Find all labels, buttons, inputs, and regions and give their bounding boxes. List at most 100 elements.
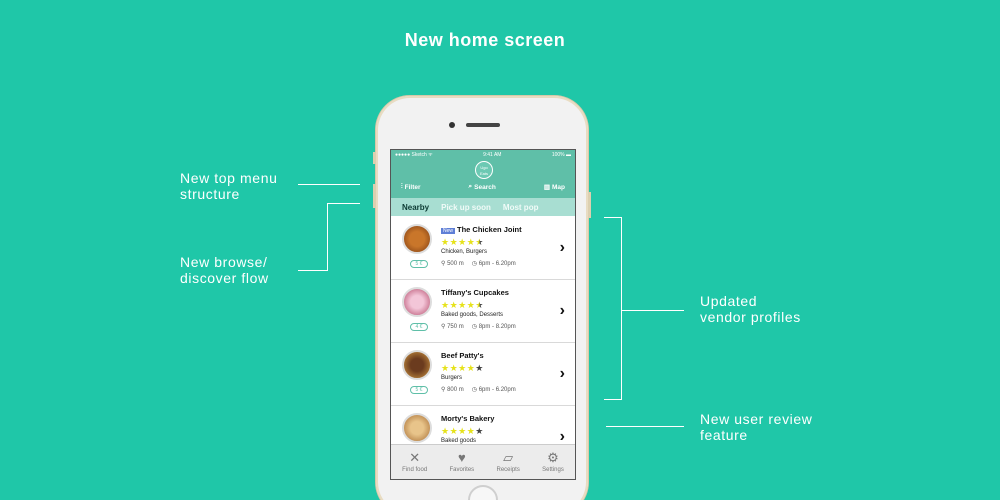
annotation-top-menu: New top menu structure — [180, 170, 277, 202]
tab-label: Receipts — [496, 467, 520, 473]
vendor-name: Tiffany's Cupcakes — [441, 288, 509, 297]
connector-line — [298, 270, 328, 271]
tab-favorites[interactable]: ♥ Favorites — [449, 450, 475, 474]
bottom-tab-bar: ✕ Find food ♥ Favorites ▱ Receipts ⚙ Set… — [391, 444, 575, 479]
vendor-meta: ⚲ 750 m ◷ 8pm - 8.20pm — [441, 323, 516, 330]
vendor-name-text: The Chicken Joint — [457, 225, 522, 234]
location-pin-icon: ⚲ — [441, 324, 446, 330]
star-half: ★ — [475, 237, 484, 247]
search-button[interactable]: ⌕ Search — [469, 183, 496, 191]
map-button[interactable]: ▥ Map — [544, 183, 565, 192]
time-text: 9:41 AM — [483, 152, 502, 158]
camera — [449, 122, 455, 128]
tab-find-food[interactable]: ✕ Find food — [402, 451, 427, 474]
annotation-line-2: structure — [180, 186, 240, 202]
distance-text: 800 m — [447, 387, 464, 393]
distance-text: 500 m — [447, 261, 464, 267]
vendor-meta: ⚲ 800 m ◷ 6pm - 6.20pm — [441, 386, 516, 393]
side-button — [373, 152, 376, 164]
chevron-right-icon[interactable]: › — [560, 302, 565, 320]
battery-text: 100% ▬ — [551, 152, 571, 158]
tab-nearby[interactable]: Nearby — [391, 203, 435, 212]
map-label: Map — [551, 183, 565, 191]
hours-text: 6pm - 6.20pm — [478, 387, 516, 393]
vendor-image — [402, 287, 432, 317]
list-item[interactable]: 4 € Tiffany's Cupcakes ★★★★★ Baked goods… — [391, 280, 575, 343]
app-logo: Ugo Eats — [475, 161, 493, 179]
location-pin-icon: ⚲ — [441, 261, 446, 267]
connector-line — [622, 310, 684, 311]
stars-filled: ★★★★ — [441, 237, 476, 247]
vendor-categories: Chicken, Burgers — [441, 249, 488, 255]
status-bar: ●●●●● Sketch ᯤ 9:41 AM 100% ▬ — [391, 150, 575, 160]
vendor-list: 5 € New The Chicken Joint ★★★★★ Chicken, … — [391, 217, 575, 469]
chevron-right-icon[interactable]: › — [560, 365, 565, 383]
rating-stars: ★★★★★ — [441, 300, 484, 311]
location-meta: ⚲ 500 m — [441, 260, 464, 267]
filter-label: Filter — [404, 183, 421, 191]
filter-button[interactable]: ⫶ Filter — [401, 183, 421, 191]
carrier-text: ●●●●● Sketch ᯤ — [395, 152, 433, 158]
browse-tabs: Nearby Pick up soon Most pop — [391, 198, 575, 216]
vendor-categories: Baked goods, Desserts — [441, 312, 504, 318]
connector-line — [606, 426, 684, 427]
connector-line — [621, 217, 622, 400]
hours-text: 8pm - 8.20pm — [478, 324, 516, 330]
stars-filled: ★★★★ — [441, 426, 476, 436]
ticket-icon: ▱ — [503, 450, 514, 465]
gear-icon: ⚙ — [547, 450, 559, 465]
vendor-name: New The Chicken Joint — [441, 225, 522, 234]
speaker — [466, 123, 500, 127]
location-meta: ⚲ 750 m — [441, 323, 464, 330]
vendor-name: Beef Patty's — [441, 351, 484, 360]
heart-icon: ♥ — [457, 450, 466, 465]
annotation-line-2: discover flow — [180, 270, 269, 286]
distance-text: 750 m — [447, 324, 464, 330]
annotation-line-1: New browse/ — [180, 254, 268, 270]
chevron-right-icon[interactable]: › — [560, 239, 565, 257]
vendor-meta: ⚲ 500 m ◷ 6pm - 6.20pm — [441, 260, 516, 267]
vendor-name: Morty's Bakery — [441, 414, 495, 423]
clock-icon: ◷ — [471, 324, 478, 330]
connector-line — [327, 203, 360, 204]
connector-line — [298, 184, 360, 185]
stars-filled: ★★★★ — [441, 363, 476, 373]
list-item[interactable]: 5 € Beef Patty's ★★★★★ Burgers ⚲ 800 m ◷… — [391, 343, 575, 406]
stars-filled: ★★★★ — [441, 300, 476, 310]
price-badge: 4 € — [410, 323, 428, 331]
list-item[interactable]: 5 € New The Chicken Joint ★★★★★ Chicken, … — [391, 217, 575, 280]
tab-settings[interactable]: ⚙ Settings — [542, 450, 564, 474]
location-meta: ⚲ 800 m — [441, 386, 464, 393]
rating-stars: ★★★★★ — [441, 426, 484, 437]
vendor-image — [402, 413, 432, 443]
star-empty: ★ — [475, 363, 484, 373]
annotation-line-1: Updated — [700, 293, 758, 309]
connector-line — [327, 203, 328, 271]
annotation-vendor: Updated vendor profiles — [700, 293, 801, 325]
annotation-review: New user review feature — [700, 411, 812, 443]
phone-frame: ●●●●● Sketch ᯤ 9:41 AM 100% ▬ Ugo Eats ⫶… — [373, 96, 591, 500]
vendor-image — [402, 224, 432, 254]
tab-receipts[interactable]: ▱ Receipts — [496, 450, 520, 474]
star-half: ★ — [475, 300, 484, 310]
home-button[interactable] — [468, 485, 498, 500]
pickup-meta: ◷ 6pm - 6.20pm — [472, 386, 516, 393]
tab-most-popular[interactable]: Most pop — [497, 203, 545, 212]
search-icon: ⌕ — [468, 183, 473, 190]
connector-line — [604, 217, 622, 218]
page-title: New home screen — [404, 30, 566, 50]
rating-stars: ★★★★★ — [441, 363, 484, 374]
pickup-meta: ◷ 6pm - 6.20pm — [472, 260, 516, 267]
vendor-image — [402, 350, 432, 380]
annotation-line-2: feature — [700, 427, 748, 443]
filter-icon: ⫶ — [401, 183, 403, 190]
new-badge: New — [441, 228, 456, 234]
tab-label: Favorites — [449, 467, 475, 473]
price-badge: 5 € — [410, 386, 428, 394]
annotation-line-1: New top menu — [180, 170, 278, 186]
tab-pick-up-soon[interactable]: Pick up soon — [435, 203, 497, 212]
pickup-meta: ◷ 8pm - 8.20pm — [472, 323, 516, 330]
annotation-browse: New browse/ discover flow — [180, 254, 269, 286]
vendor-categories: Burgers — [441, 375, 463, 381]
annotation-line-1: New user review — [700, 411, 813, 427]
